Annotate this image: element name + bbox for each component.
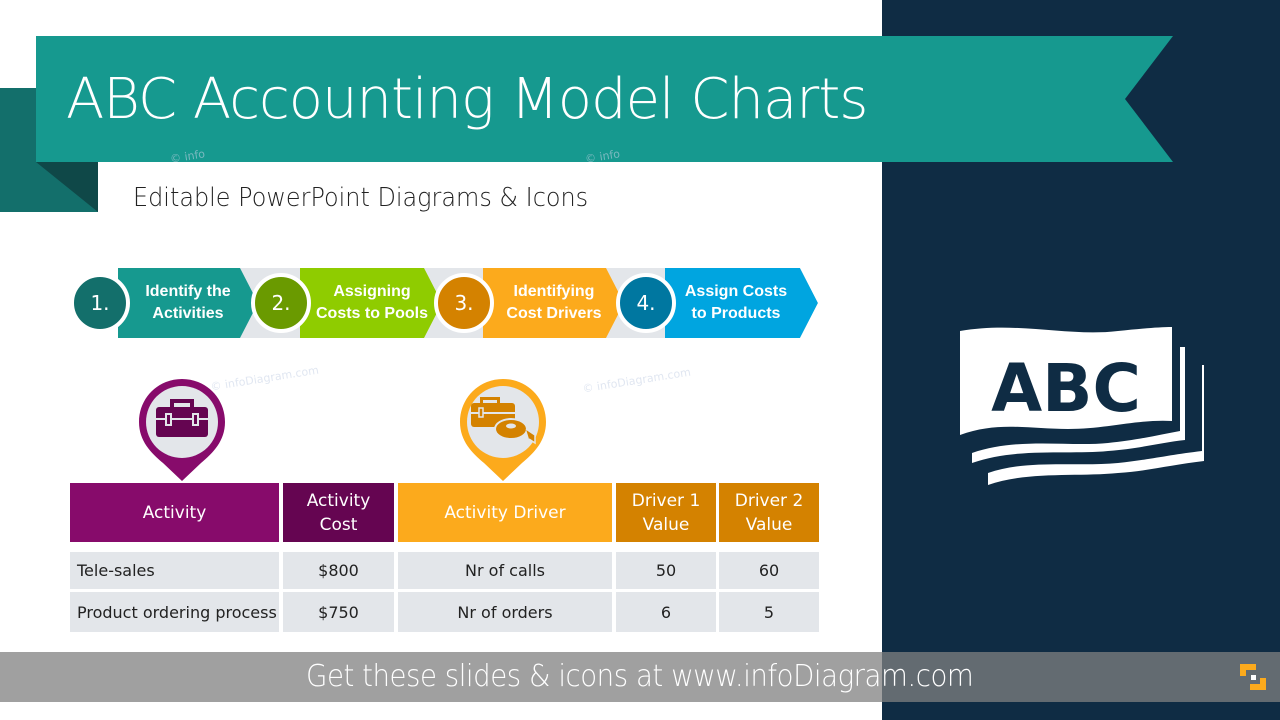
step-4-label: Assign Costs to Products (672, 268, 800, 338)
header-text: Cost (319, 514, 358, 535)
header-text: Activity (142, 502, 207, 523)
step-3-label-line1: Identifying (513, 283, 595, 300)
table-header-activity: Activity (70, 483, 279, 542)
table-header-activity-cost: Activity Cost (283, 483, 394, 542)
step-3-label-line2: Cost Drivers (506, 305, 602, 322)
table-cell-activity: Product ordering process (70, 592, 279, 632)
footer-text: Get these slides & icons at www.infoDiag… (0, 652, 1280, 702)
step-1-label-line2: Activities (152, 305, 224, 322)
header-text: Activity (306, 490, 371, 511)
footer-link-text[interactable]: Get these slides & icons at www.infoDiag… (306, 652, 974, 702)
step-3-label: Identifying Cost Drivers (490, 268, 618, 338)
step-2-label-line2: Costs to Pools (315, 305, 428, 322)
subtitle: Editable PowerPoint Diagrams & Icons (133, 183, 589, 213)
table-cell-driver-1-value: 50 (616, 552, 716, 589)
table-cell-activity-driver: Nr of calls (398, 552, 612, 589)
table-cell-driver-1-value: 6 (616, 592, 716, 632)
step-3-number: 3. (434, 273, 494, 333)
infodiagram-logo-icon[interactable] (1236, 660, 1270, 694)
step-4-label-line1: Assign Costs (684, 283, 788, 300)
table-cell-activity-cost: $750 (283, 592, 394, 632)
table-cell-activity-cost: $800 (283, 552, 394, 589)
table-cell-driver-2-value: 5 (719, 592, 819, 632)
table-header-activity-driver: Activity Driver (398, 483, 612, 542)
table-cell-activity: Tele-sales (70, 552, 279, 589)
header-text: Driver 1 (631, 490, 701, 511)
abc-book-icon: ABC (960, 327, 1204, 485)
table-cell-driver-2-value: 60 (719, 552, 819, 589)
step-2-number: 2. (251, 273, 311, 333)
header-text: Activity Driver (444, 502, 566, 523)
table-header-driver-1-value: Driver 1 Value (616, 483, 716, 542)
activity-pin (139, 379, 225, 481)
step-4-number: 4. (616, 273, 676, 333)
header-text: Value (745, 514, 793, 535)
step-1-label: Identify the Activities (124, 268, 252, 338)
driver-pin (460, 379, 546, 481)
step-2-label-line1: Assigning (333, 283, 411, 300)
step-4-label-line2: to Products (691, 305, 781, 322)
abc-book-text: ABC (991, 350, 1141, 427)
header-text: Driver 2 (734, 490, 804, 511)
step-1-number: 1. (70, 273, 130, 333)
step-2-label: Assigning Costs to Pools (306, 268, 438, 338)
page-title: ABC Accounting Model Charts (66, 67, 868, 132)
step-1-label-line1: Identify the (145, 283, 231, 300)
table-cell-activity-driver: Nr of orders (398, 592, 612, 632)
watermark: © infoDiagram.com (581, 365, 692, 396)
header-text: Value (642, 514, 690, 535)
table-header-driver-2-value: Driver 2 Value (719, 483, 819, 542)
